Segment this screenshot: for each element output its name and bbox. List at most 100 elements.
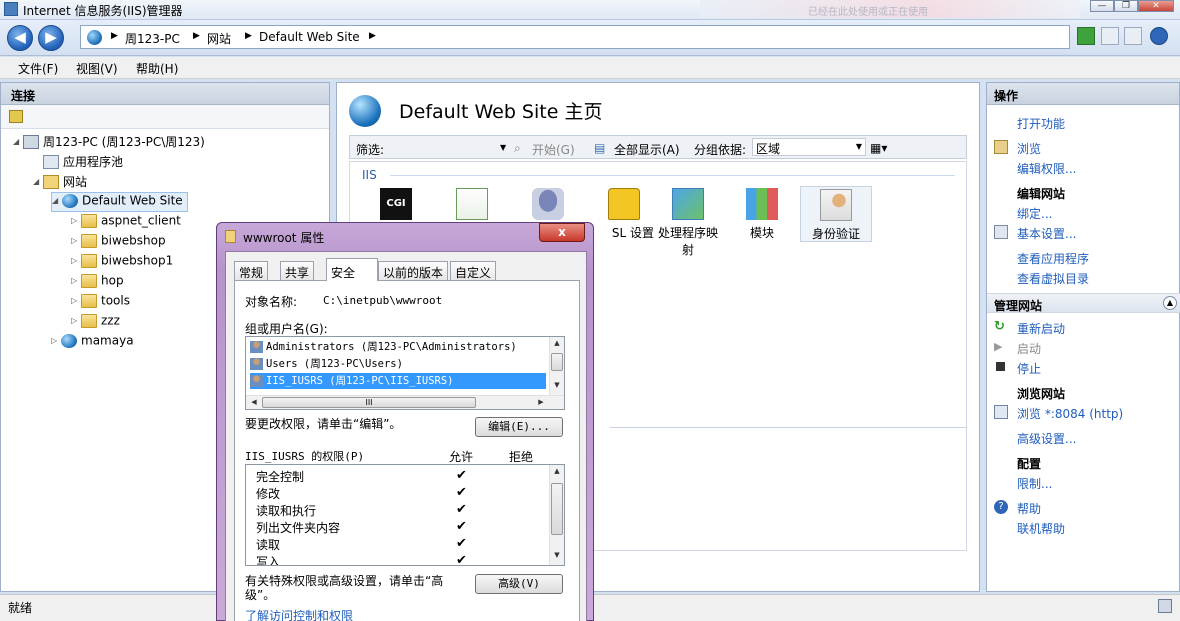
- action-advanced-settings[interactable]: 高级设置...: [1017, 430, 1076, 447]
- globe-icon: [87, 30, 102, 45]
- action-view-applications[interactable]: 查看应用程序: [1017, 250, 1089, 267]
- refresh-icon[interactable]: [1077, 27, 1095, 45]
- breadcrumb-site[interactable]: Default Web Site: [259, 30, 360, 44]
- expand-arrow-icon[interactable]: ▷: [71, 236, 81, 245]
- scroll-down-icon[interactable]: ▼: [550, 551, 564, 559]
- chevron-down-icon[interactable]: ▼: [500, 143, 506, 152]
- scroll-right-icon[interactable]: ▶: [534, 398, 548, 406]
- scroll-left-icon[interactable]: ◀: [247, 398, 261, 406]
- expand-arrow-icon[interactable]: ▷: [71, 296, 81, 305]
- tree-node-app-pools[interactable]: 应用程序池: [33, 153, 123, 173]
- feature-php[interactable]: [512, 188, 584, 224]
- expand-arrow-icon[interactable]: ▷: [71, 216, 81, 225]
- list-item[interactable]: Administrators (周123-PC\Administrators): [250, 339, 517, 355]
- menu-view[interactable]: 视图(V): [76, 60, 118, 77]
- scroll-up-icon[interactable]: ▲: [550, 339, 564, 347]
- tree-node-biwebshop1[interactable]: ▷ biwebshop1: [71, 253, 173, 273]
- expand-arrow-icon[interactable]: ▷: [71, 276, 81, 285]
- tree-node-biwebshop[interactable]: ▷ biwebshop: [71, 233, 166, 253]
- tab-general[interactable]: 常规: [234, 261, 269, 280]
- tree-node-mamaya[interactable]: ▷ mamaya: [51, 333, 134, 353]
- tab-customize[interactable]: 自定义: [450, 261, 497, 280]
- users-list[interactable]: Administrators (周123-PC\Administrators) …: [245, 336, 565, 410]
- help-icon[interactable]: [1150, 27, 1168, 45]
- permissions-list-vscroll[interactable]: ▲ ▼: [549, 465, 564, 565]
- tree-node-server[interactable]: ◢ 周123-PC (周123-PC\周123): [13, 133, 205, 153]
- show-all-button[interactable]: 全部显示(A): [614, 141, 680, 158]
- scroll-up-icon[interactable]: ▲: [550, 467, 564, 475]
- feature-ssl[interactable]: SL 设置: [588, 188, 660, 241]
- collapse-arrow-icon[interactable]: ◢: [13, 137, 23, 146]
- list-item[interactable]: Users (周123-PC\Users): [250, 356, 403, 372]
- menu-help[interactable]: 帮助(H): [136, 60, 178, 77]
- collapse-icon[interactable]: ▲: [1163, 296, 1177, 310]
- connect-icon[interactable]: [9, 110, 23, 123]
- start-filter-button[interactable]: 开始(G): [532, 141, 575, 158]
- users-list-hscroll[interactable]: ◀ III ▶: [246, 395, 564, 409]
- breadcrumb-server[interactable]: 周123-PC: [125, 30, 180, 47]
- tab-sharing[interactable]: 共享: [280, 261, 315, 280]
- menu-file[interactable]: 文件(F): [18, 60, 58, 77]
- action-limits[interactable]: 限制...: [1017, 475, 1052, 492]
- action-edit-permissions[interactable]: 编辑权限...: [1017, 160, 1076, 177]
- folder-icon: [225, 230, 236, 243]
- allow-check-icon: ✔: [456, 502, 467, 517]
- forward-button[interactable]: ▶: [38, 25, 64, 51]
- restore-icon[interactable]: ❐: [1114, 0, 1138, 12]
- action-browse[interactable]: 浏览: [1017, 140, 1041, 157]
- advanced-button[interactable]: 高级(V): [475, 574, 563, 594]
- tab-previous-versions[interactable]: 以前的版本: [378, 261, 449, 280]
- stop-icon[interactable]: [1101, 27, 1119, 45]
- scroll-thumb[interactable]: [551, 353, 563, 371]
- feature-cgi[interactable]: CGI: [360, 188, 432, 224]
- breadcrumb-sites[interactable]: 网站: [207, 30, 231, 47]
- expand-arrow-icon[interactable]: ▷: [71, 316, 81, 325]
- tree-node-hop[interactable]: ▷ hop: [71, 273, 124, 293]
- users-list-vscroll[interactable]: ▲ ▼: [549, 337, 564, 395]
- action-basic-settings[interactable]: 基本设置...: [1017, 225, 1076, 242]
- permissions-list[interactable]: 完全控制 修改 读取和执行 列出文件夹内容 读取 写入 ✔ ✔ ✔ ✔ ✔ ✔ …: [245, 464, 565, 566]
- tree-node-default-web-site[interactable]: ◢ Default Web Site: [51, 192, 188, 212]
- back-button[interactable]: ◀: [7, 25, 33, 51]
- feature-authentication[interactable]: 身份验证: [800, 186, 872, 242]
- view-mode-icon[interactable]: ▦▾: [870, 141, 887, 155]
- scroll-thumb[interactable]: III: [262, 397, 476, 408]
- home-icon[interactable]: [1124, 27, 1142, 45]
- address-box[interactable]: ▶ 周123-PC ▶ 网站 ▶ Default Web Site ▶: [80, 25, 1070, 49]
- action-online-help[interactable]: 联机帮助: [1017, 520, 1065, 537]
- user-group-icon: [250, 375, 263, 387]
- action-bindings[interactable]: 绑定...: [1017, 205, 1052, 222]
- action-browse-port[interactable]: 浏览 *:8084 (http): [1017, 405, 1123, 422]
- action-stop[interactable]: 停止: [1017, 360, 1041, 377]
- scroll-down-icon[interactable]: ▼: [550, 381, 564, 389]
- action-help[interactable]: 帮助: [1017, 500, 1041, 517]
- action-restart[interactable]: 重新启动: [1017, 320, 1065, 337]
- feature-modules[interactable]: 模块: [726, 188, 798, 241]
- edit-button[interactable]: 编辑(E)...: [475, 417, 563, 437]
- action-start[interactable]: 启动: [1017, 340, 1041, 357]
- action-open-feature[interactable]: 打开功能: [1017, 115, 1065, 132]
- dialog-close-button[interactable]: x: [539, 223, 585, 242]
- close-icon[interactable]: ✕: [1138, 0, 1174, 12]
- collapse-arrow-icon[interactable]: ◢: [33, 177, 43, 186]
- tree-node-aspnet-client[interactable]: ▷ aspnet_client: [71, 213, 181, 233]
- virtual-folder-icon: [81, 313, 97, 328]
- feature-handler-mappings[interactable]: 处理程序映 射: [652, 188, 724, 258]
- tree-node-tools[interactable]: ▷ tools: [71, 293, 130, 313]
- group-by-select[interactable]: 区域 ▼: [752, 138, 866, 156]
- list-item[interactable]: IIS_IUSRS (周123-PC\IIS_IUSRS): [250, 373, 546, 389]
- scroll-thumb[interactable]: [551, 483, 563, 535]
- minimize-icon[interactable]: —: [1090, 0, 1114, 12]
- help-icon: ?: [994, 500, 1008, 514]
- expand-arrow-icon[interactable]: ▷: [71, 256, 81, 265]
- learn-access-control-link[interactable]: 了解访问控制和权限: [245, 607, 353, 621]
- tree-node-zzz[interactable]: ▷ zzz: [71, 313, 120, 333]
- tab-security[interactable]: 安全: [326, 258, 378, 281]
- expand-arrow-icon[interactable]: ▷: [51, 336, 61, 345]
- feature-http-response[interactable]: [436, 188, 508, 224]
- section-edit-site: 编辑网站: [1017, 187, 1066, 201]
- collapse-arrow-icon[interactable]: ◢: [52, 196, 62, 205]
- filter-input[interactable]: [390, 138, 510, 156]
- action-view-virtual-dirs[interactable]: 查看虚拟目录: [1017, 270, 1089, 287]
- tree-node-sites[interactable]: ◢ 网站: [33, 173, 87, 193]
